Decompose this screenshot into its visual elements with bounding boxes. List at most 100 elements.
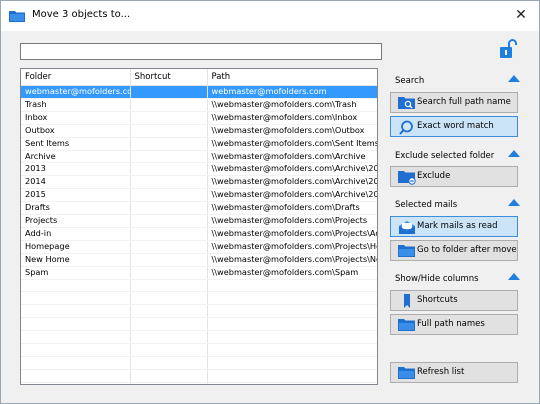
folder-cell: webmaster@mofolders.com [21, 85, 131, 99]
shortcut-cell [130, 85, 208, 99]
open-envelope-icon [399, 221, 415, 234]
table-row[interactable]: Drafts \\webmaster@mofolders.com\Drafts [21, 201, 377, 216]
table-row[interactable] [21, 382, 377, 384]
folder-cell: New Home [21, 253, 131, 267]
table-row[interactable]: Projects \\webmaster@mofolders.com\Projec… [21, 214, 377, 228]
shortcut-cell [130, 124, 208, 138]
path-cell: \\webmaster@mofolders.com\Drafts [207, 201, 377, 216]
folder-cell: Sent Items [21, 137, 131, 151]
shortcut-cell [130, 162, 208, 177]
shortcut-cell [130, 279, 208, 293]
shortcut-cell [130, 111, 208, 125]
move-dialog: Move 3 objects to... ✕ Folder Shortcut P… [0, 0, 540, 404]
search-section-label: Search [395, 76, 425, 86]
path-cell: \\webmaster@mofolders.com\Outbox [207, 124, 377, 138]
table-row[interactable] [21, 304, 377, 319]
search-full-path-button[interactable]: Search full path name [390, 92, 518, 113]
shortcut-cell [130, 201, 208, 216]
folder-list[interactable]: Folder Shortcut Path webmaster@mofolders… [20, 68, 378, 385]
folder-cell: Projects [21, 214, 131, 228]
title-bar: Move 3 objects to... ✕ [1, 1, 539, 31]
search-full-path-label: Search full path name [417, 97, 511, 107]
shortcut-cell [130, 369, 208, 383]
mark-mails-read-button[interactable]: Mark mails as read [390, 216, 518, 237]
columns-section-label: Show/Hide columns [395, 274, 479, 284]
full-path-names-button[interactable]: Full path names [390, 314, 518, 335]
path-cell [207, 279, 377, 293]
folder-cell: Trash [21, 98, 131, 112]
path-cell: \\webmaster@mofolders.com\Projects [207, 214, 377, 228]
exact-word-match-label: Exact word match [417, 121, 494, 131]
table-row[interactable] [21, 317, 377, 332]
shortcut-cell [130, 227, 208, 241]
folder-cell [21, 343, 131, 357]
column-header-folder[interactable]: Folder [21, 69, 131, 86]
close-icon[interactable]: ✕ [513, 6, 529, 24]
table-row[interactable]: Archive \\webmaster@mofolders.com\Archive [21, 150, 377, 164]
options-panel: Search Search full path name Exact word … [389, 68, 521, 386]
path-cell: webmaster@mofolders.com [207, 85, 377, 99]
table-row[interactable]: Add-in \\webmaster@mofolders.com\Projects… [21, 227, 377, 241]
table-row[interactable]: Trash \\webmaster@mofolders.com\Trash [21, 98, 377, 112]
table-row[interactable]: Inbox \\webmaster@mofolders.com\Inbox [21, 111, 377, 125]
shortcut-cell [130, 240, 208, 254]
table-row[interactable]: New Home \\webmaster@mofolders.com\Projec… [21, 253, 377, 267]
table-row[interactable]: Homepage \\webmaster@mofolders.com\Projec… [21, 240, 377, 254]
refresh-list-button[interactable]: Refresh list [390, 362, 518, 383]
table-row[interactable]: 2013 \\webmaster@mofolders.com\Archive\20… [21, 162, 377, 177]
table-row[interactable]: 2015 \\webmaster@mofolders.com\Archive\20… [21, 188, 377, 203]
exclude-button[interactable]: Exclude [390, 166, 518, 187]
path-cell: \\webmaster@mofolders.com\Inbox [207, 111, 377, 125]
exclude-label: Exclude [417, 171, 451, 181]
shortcut-cell [130, 266, 208, 280]
table-row[interactable] [21, 279, 377, 293]
search-input[interactable] [20, 43, 382, 60]
column-header-path[interactable]: Path [207, 69, 377, 86]
table-row[interactable] [21, 330, 377, 345]
folder-cell: Outbox [21, 124, 131, 138]
folder-cell: Add-in [21, 227, 131, 241]
collapse-search-arrow-icon[interactable] [508, 75, 520, 82]
column-header-shortcut[interactable]: Shortcut [130, 69, 208, 86]
path-cell: \\webmaster@mofolders.com\Archive\2014 [207, 175, 377, 190]
table-row[interactable]: Spam \\webmaster@mofolders.com\Spam [21, 266, 377, 280]
path-cell: \\webmaster@mofolders.com\Projects\Ne... [207, 253, 377, 267]
table-row[interactable] [21, 291, 377, 306]
path-cell [207, 330, 377, 345]
folder-cell [21, 356, 131, 370]
table-row[interactable] [21, 343, 377, 357]
shortcut-cell [130, 356, 208, 370]
shortcuts-button[interactable]: Shortcuts [390, 290, 518, 311]
exact-word-match-button[interactable]: Exact word match [390, 116, 518, 137]
table-row[interactable] [21, 369, 377, 383]
table-row[interactable]: 2014 \\webmaster@mofolders.com\Archive\20… [21, 175, 377, 190]
folder-cell: 2013 [21, 162, 131, 177]
path-cell: \\webmaster@mofolders.com\Spam [207, 266, 377, 280]
folder-cell: Inbox [21, 111, 131, 125]
shortcut-cell [130, 343, 208, 357]
folder-icon [9, 11, 25, 22]
go-to-folder-after-move-button[interactable]: Go to folder after move [390, 240, 518, 261]
shortcut-cell [130, 137, 208, 151]
folder-cell: Drafts [21, 201, 131, 216]
collapse-exclude-arrow-icon[interactable] [508, 150, 520, 157]
full-path-names-label: Full path names [417, 319, 485, 329]
folder-cell [21, 291, 131, 306]
table-row[interactable]: Outbox \\webmaster@mofolders.com\Outbox [21, 124, 377, 138]
collapse-mails-arrow-icon[interactable] [508, 199, 520, 206]
table-row[interactable] [21, 356, 377, 370]
folder-cell: 2015 [21, 188, 131, 203]
table-row[interactable]: Sent Items \\webmaster@mofolders.com\Sent… [21, 137, 377, 151]
shortcut-cell [130, 214, 208, 228]
path-cell [207, 382, 377, 384]
collapse-columns-arrow-icon[interactable] [508, 273, 520, 280]
path-cell [207, 369, 377, 383]
path-cell: \\webmaster@mofolders.com\Projects\Ho... [207, 240, 377, 254]
folder-cell [21, 279, 131, 293]
window-title: Move 3 objects to... [32, 9, 131, 20]
table-row[interactable]: webmaster@mofolders.com webmaster@mofolde… [21, 85, 377, 99]
folder-search-icon [398, 97, 415, 109]
folder-cell [21, 382, 131, 384]
shortcut-cell [130, 175, 208, 190]
unlocked-padlock-icon[interactable] [499, 38, 517, 60]
